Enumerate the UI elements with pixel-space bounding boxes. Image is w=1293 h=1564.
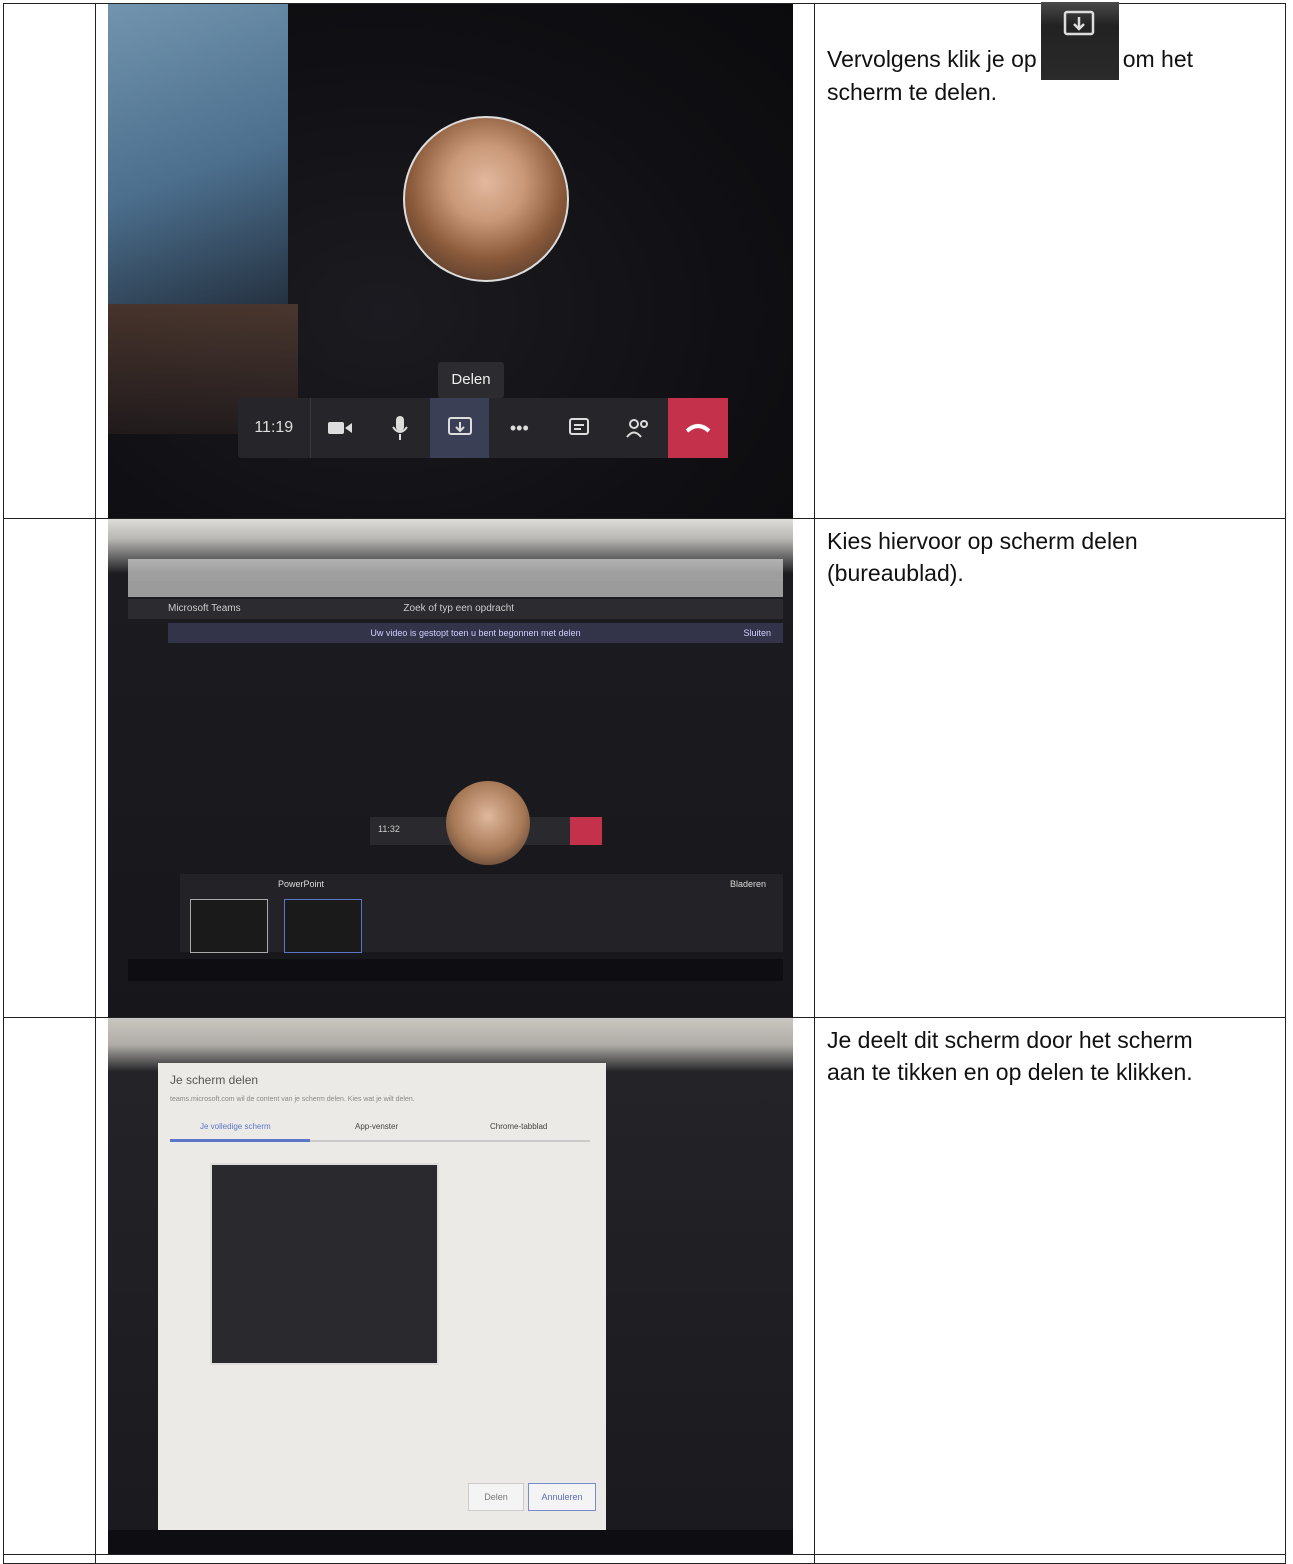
dialog-subtitle: teams.microsoft.com wil de content van j… [170,1096,415,1103]
caption-text: aan te tikken en op delen te klikken. [827,1059,1193,1085]
table-cell-empty [95,1554,815,1564]
video-stopped-notice: Uw video is gestopt toen u bent begonnen… [168,623,783,643]
app-name: Microsoft Teams [168,603,241,614]
table-cell-empty [3,1017,96,1555]
call-timer: 11:32 [378,824,400,834]
table-cell-caption: Kies hiervoor op scherm delen (bureaubla… [814,518,1286,1018]
table-cell-screenshot: Delen 11:19 ••• [95,3,815,519]
table-row: Microsoft Teams Zoek of typ een opdracht… [3,518,1286,1018]
more-icon: ••• [509,417,529,438]
browse-label: Bladeren [730,879,767,889]
notice-text: Uw video is gestopt toen u bent begonnen… [370,628,581,638]
tab-app-window: App-venster [355,1122,399,1131]
powerpoint-thumbnail [284,899,362,953]
dialog-title: Je scherm delen [170,1073,259,1087]
table-cell-caption: Vervolgens klik je op om het scherm te de… [814,2,1286,519]
hang-up-icon [668,398,729,458]
caption-text: Kies hiervoor op scherm delen [827,528,1138,554]
share-screen-icon [1040,2,1119,80]
step-caption: Je deelt dit scherm door het scherm aan … [815,1018,1285,1088]
tab-chrome-tab: Chrome-tabblad [490,1122,548,1131]
caption-text: Je deelt dit scherm door het scherm [827,1027,1193,1053]
teams-share-photo: Microsoft Teams Zoek of typ een opdracht… [108,519,793,1017]
screen-preview [210,1163,439,1365]
share-tooltip: Delen [438,362,504,398]
share-screen-icon [429,398,490,458]
hang-up-icon [570,817,602,845]
share-button: Delen [468,1483,524,1511]
microphone-icon [370,398,430,458]
caption-text: om het [1122,46,1194,73]
cancel-button: Annuleren [528,1483,596,1511]
dialog-tabs: Je volledige scherm App-venster Chrome-t… [170,1118,590,1142]
document-page: Delen 11:19 ••• Vervolgens klik je op om… [0,0,1293,1564]
close-label: Sluiten [743,628,771,638]
call-timer: 11:19 [238,398,311,458]
table-cell-empty [3,3,96,519]
windows-taskbar [108,1530,793,1554]
share-dialog-photo: Je scherm delen teams.microsoft.com wil … [108,1018,793,1554]
windows-taskbar [128,959,783,981]
caption-text: (bureaublad). [827,560,964,586]
participants-icon [609,398,669,458]
table-row [3,1554,1286,1564]
browser-address-bar [128,581,783,597]
table-row: Delen 11:19 ••• Vervolgens klik je op om… [3,2,1286,519]
table-cell-caption: Je deelt dit scherm door het scherm aan … [814,1017,1286,1555]
teams-header: Microsoft Teams Zoek of typ een opdracht [128,599,783,619]
search-placeholder: Zoek of typ een opdracht [403,603,515,614]
table-cell-screenshot: Je scherm delen teams.microsoft.com wil … [95,1017,815,1555]
chat-icon [549,398,609,458]
call-controls-bar: 11:19 ••• [238,398,729,458]
step-caption: Kies hiervoor op scherm delen (bureaubla… [815,519,1285,589]
section-label: PowerPoint [278,879,325,889]
step-caption: Vervolgens klik je op om het scherm te de… [815,2,1285,108]
table-cell-empty [814,1554,1286,1564]
camera-icon [311,398,371,458]
table-cell-empty [3,1554,96,1564]
tab-full-screen: Je volledige scherm [200,1122,271,1131]
desktop-thumbnail [190,899,268,953]
browser-tabs [128,559,783,581]
caption-text: Vervolgens klik je op [827,46,1037,73]
instruction-table: Delen 11:19 ••• Vervolgens klik je op om… [3,2,1286,1564]
avatar [446,781,530,865]
table-row: Je scherm delen teams.microsoft.com wil … [3,1017,1286,1555]
table-cell-screenshot: Microsoft Teams Zoek of typ een opdracht… [95,518,815,1018]
share-options-panel [180,874,783,952]
teams-call-photo: Delen 11:19 ••• [108,4,793,518]
table-cell-empty [3,518,96,1018]
avatar [403,116,569,282]
